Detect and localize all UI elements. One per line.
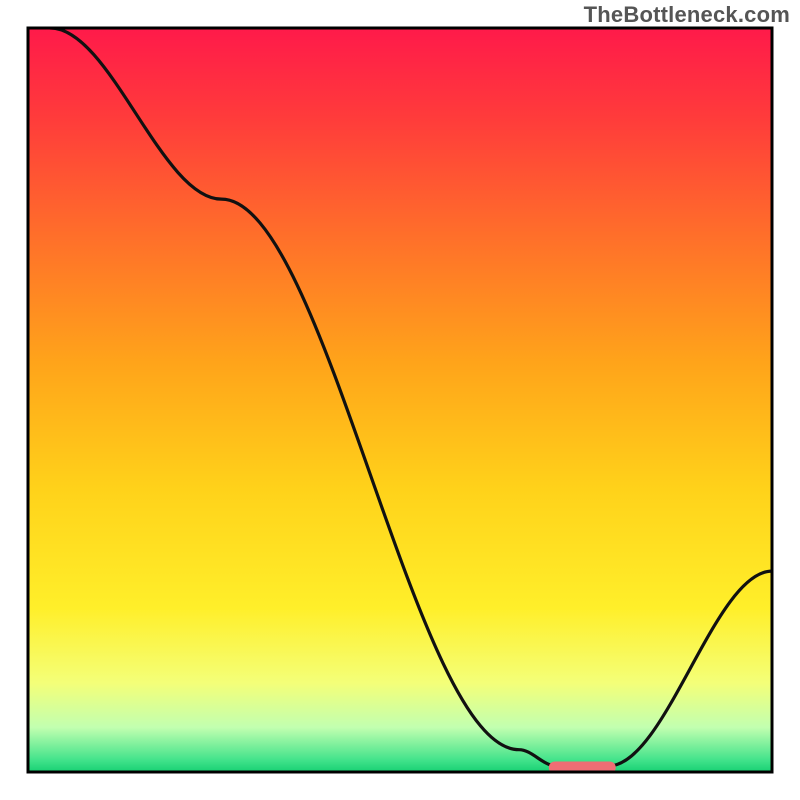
bottleneck-chart [0,0,800,800]
plot-background [28,28,772,772]
chart-stage: TheBottleneck.com [0,0,800,800]
watermark-text: TheBottleneck.com [584,2,790,28]
